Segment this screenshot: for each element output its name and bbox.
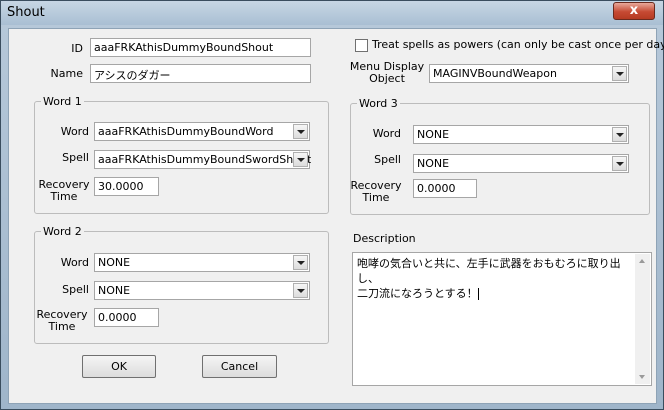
chevron-down-icon[interactable] (612, 127, 627, 142)
chevron-down-icon[interactable] (293, 124, 308, 139)
chevron-down-icon[interactable] (612, 156, 627, 171)
word3-spell-label: Spell (374, 153, 401, 166)
word2-spell-select[interactable]: NONE (94, 281, 310, 300)
word3-word-select[interactable]: NONE (413, 125, 629, 144)
arrow-down-icon[interactable] (639, 375, 645, 379)
word1-recovery-time-input[interactable]: 30.0000 (94, 177, 159, 196)
word2-spell-value: NONE (98, 284, 131, 297)
shout-dialog-window: Shout x ID aaaFRKAthisDummyBoundShout Na… (0, 0, 664, 410)
description-text[interactable]: 咆哮の気合いと共に、左手に武器をおもむろに取り出し、 二刀流になろうとする！ (357, 256, 633, 301)
word1-spell-select[interactable]: aaaFRKAthisDummyBoundSwordShout (94, 150, 312, 169)
word3-spell-select[interactable]: NONE (413, 154, 629, 173)
menu-display-object-value: MAGINVBoundWeapon (433, 67, 557, 80)
word3-word-value: NONE (417, 128, 450, 141)
word2-recovery-time-label: Recovery Time (36, 308, 88, 333)
word2-spell-label: Spell (62, 283, 89, 296)
dialog-client-area: ID aaaFRKAthisDummyBoundShout Name アシスのダ… (8, 28, 664, 404)
word1-word-value: aaaFRKAthisDummyBoundWord (98, 125, 274, 138)
word1-group-title: Word 1 (41, 95, 84, 108)
description-scrollbar[interactable] (635, 254, 650, 384)
ok-button[interactable]: OK (82, 355, 156, 378)
arrow-up-icon[interactable] (639, 259, 645, 263)
title-bar[interactable]: Shout x (1, 1, 663, 25)
word2-word-value: NONE (98, 256, 131, 269)
word2-word-label: Word (60, 256, 89, 269)
cancel-button[interactable]: Cancel (202, 355, 277, 378)
word1-spell-value: aaaFRKAthisDummyBoundSwordShout (98, 153, 312, 166)
description-textarea[interactable]: 咆哮の気合いと共に、左手に武器をおもむろに取り出し、 二刀流になろうとする！ (352, 252, 652, 386)
text-caret (477, 288, 479, 300)
word3-word-label: Word (372, 127, 401, 140)
word2-recovery-time-input[interactable]: 0.0000 (94, 308, 159, 327)
name-label: Name (50, 67, 83, 80)
description-label: Description (353, 232, 416, 245)
close-button[interactable]: x (613, 2, 655, 20)
id-label: ID (71, 42, 83, 55)
id-input[interactable]: aaaFRKAthisDummyBoundShout (90, 38, 311, 57)
word1-spell-label: Spell (62, 151, 89, 164)
close-icon: x (629, 3, 639, 18)
word3-recovery-time-input[interactable]: 0.0000 (413, 179, 477, 198)
word1-word-select[interactable]: aaaFRKAthisDummyBoundWord (94, 122, 310, 141)
word3-group-title: Word 3 (357, 97, 400, 110)
menu-display-object-select[interactable]: MAGINVBoundWeapon (429, 64, 629, 83)
word2-group-title: Word 2 (41, 225, 84, 238)
window-title: Shout (7, 5, 45, 20)
treat-spells-checkbox[interactable] (355, 39, 368, 52)
name-input[interactable]: アシスのダガー (90, 64, 311, 83)
menu-display-object-label: Menu Display Object (349, 60, 425, 85)
chevron-down-icon[interactable] (293, 152, 308, 167)
chevron-down-icon[interactable] (612, 66, 627, 81)
treat-spells-label[interactable]: Treat spells as powers (can only be cast… (372, 38, 664, 51)
word3-recovery-time-label: Recovery Time (350, 179, 402, 204)
word1-word-label: Word (60, 125, 89, 138)
chevron-down-icon[interactable] (293, 255, 308, 270)
chevron-down-icon[interactable] (293, 283, 308, 298)
word2-word-select[interactable]: NONE (94, 253, 310, 272)
word1-recovery-time-label: Recovery Time (38, 178, 90, 203)
word3-spell-value: NONE (417, 157, 450, 170)
